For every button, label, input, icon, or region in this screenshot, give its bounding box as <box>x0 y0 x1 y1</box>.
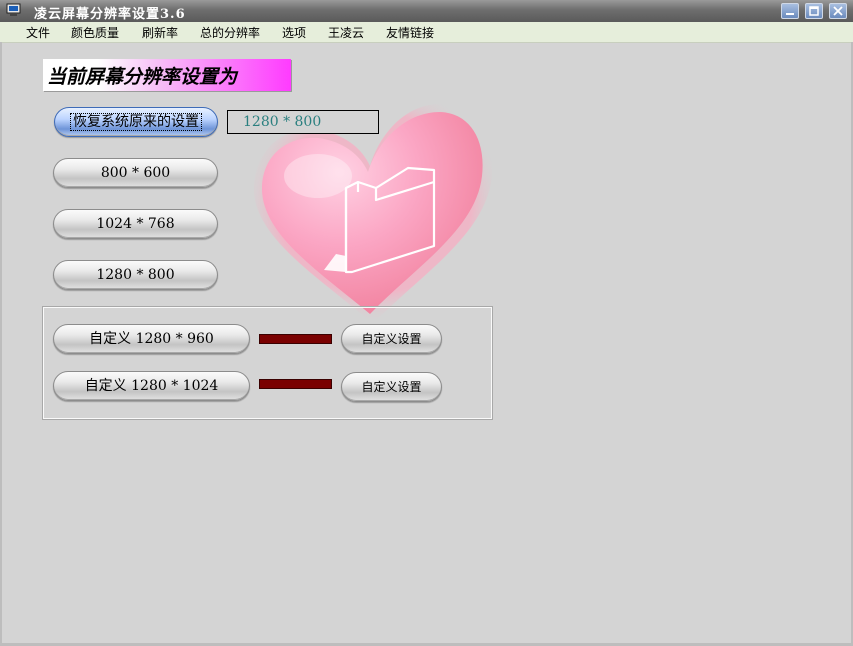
menu-links[interactable]: 友情链接 <box>386 24 434 41</box>
menu-options[interactable]: 选项 <box>282 24 306 41</box>
menu-refresh-rate[interactable]: 刷新率 <box>142 24 178 41</box>
maximize-icon <box>809 6 819 16</box>
restore-original-button[interactable]: 恢复系统原来的设置 <box>54 107 218 137</box>
banner-text: 当前屏幕分辨率设置为 <box>47 66 238 88</box>
minimize-button[interactable] <box>781 3 799 19</box>
close-icon <box>833 6 843 16</box>
custom-1280x1024-button[interactable]: 自定义 1280 * 1024 <box>53 371 250 401</box>
menu-color-quality[interactable]: 颜色质量 <box>71 24 119 41</box>
resolution-1024x768-button[interactable]: 1024 * 768 <box>53 209 218 239</box>
custom-2-indicator <box>259 379 332 389</box>
restore-label: 恢复系统原来的设置 <box>70 113 202 131</box>
title-bar[interactable]: 凌云屏幕分辨率设置3.6 <box>0 0 853 22</box>
window-title: 凌云屏幕分辨率设置3.6 <box>34 7 186 22</box>
maximize-button[interactable] <box>805 3 823 19</box>
menu-author[interactable]: 王凌云 <box>328 24 364 41</box>
custom-1-indicator <box>259 334 332 344</box>
menu-file[interactable]: 文件 <box>26 24 50 41</box>
current-resolution-banner: 当前屏幕分辨率设置为 <box>43 59 291 91</box>
custom-settings-button-2[interactable]: 自定义设置 <box>341 372 442 402</box>
resolution-1280x800-button[interactable]: 1280 * 800 <box>53 260 218 290</box>
minimize-icon <box>786 13 794 15</box>
resolution-800x600-button[interactable]: 800 * 600 <box>53 158 218 188</box>
custom-settings-button-1[interactable]: 自定义设置 <box>341 324 442 354</box>
app-icon <box>6 3 21 16</box>
menu-bar: 文件 颜色质量 刷新率 总的分辨率 选项 王凌云 友情链接 <box>0 22 853 43</box>
custom-1280x960-button[interactable]: 自定义 1280 * 960 <box>53 324 250 354</box>
close-button[interactable] <box>829 3 847 19</box>
menu-total-resolution[interactable]: 总的分辨率 <box>200 24 260 41</box>
current-resolution-display: 1280 * 800 <box>227 110 379 134</box>
frame-left <box>0 42 2 646</box>
